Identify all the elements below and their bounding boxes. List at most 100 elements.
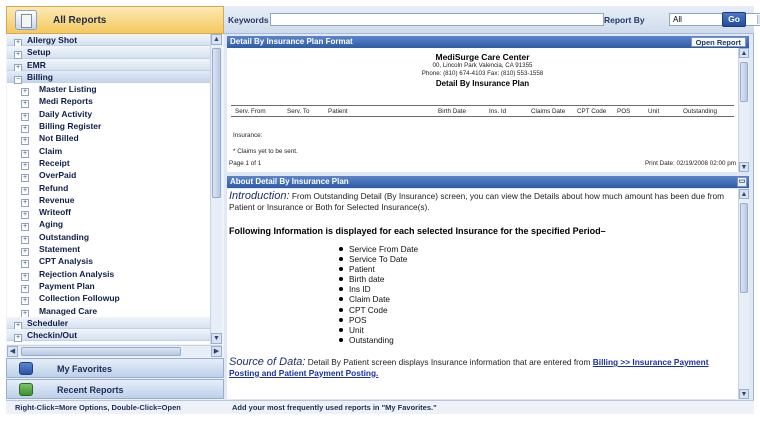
column-header: Serv. To: [287, 108, 310, 115]
list-item: POS: [338, 315, 418, 325]
column-header: CPT Code: [577, 108, 607, 115]
list-item: Birth date: [338, 274, 418, 284]
tree-item[interactable]: + Collection Followup: [7, 292, 210, 306]
tree-item[interactable]: + Daily Activity: [7, 108, 210, 121]
intro-lead: Introduction:: [229, 190, 290, 202]
all-reports-header[interactable]: All Reports: [6, 6, 224, 34]
report-panel-title: Detail By Insurance Plan Format: [230, 37, 353, 46]
tree-group[interactable]: + Checkin/Out: [7, 329, 210, 343]
tree-item[interactable]: + Billing Register: [7, 120, 210, 134]
tree-item[interactable]: + Outstanding: [7, 231, 210, 244]
column-header: Serv. From: [235, 108, 266, 115]
intro-paragraph: Introduction: From Outstanding Detail (B…: [229, 191, 736, 212]
list-item: CPT Code: [338, 305, 418, 315]
tree-item-label: Refund: [39, 182, 69, 193]
tree-scroll-thumb[interactable]: [212, 48, 221, 198]
scroll-up-icon[interactable]: ▲: [739, 189, 749, 199]
column-header: Unit: [648, 108, 660, 115]
my-favorites-label: My Favorites: [57, 364, 113, 374]
keywords-label: Keywords: [228, 15, 269, 25]
list-item: Ins ID: [338, 284, 418, 294]
source-paragraph: Source of Data: Detail By Patient screen…: [229, 357, 736, 378]
column-header: Ins. Id: [489, 108, 507, 115]
tree-item-label: Rejection Analysis: [39, 268, 115, 279]
report-title: Detail By Insurance Plan: [435, 79, 530, 88]
tree-group[interactable]: + Setup: [7, 46, 210, 60]
intro-text: From Outstanding Detail (By Insurance) s…: [229, 191, 724, 212]
list-item: Service From Date: [338, 244, 418, 254]
clinic-phone: Phone: (810) 674-4103 Fax: (810) 553-155…: [421, 70, 544, 77]
tree-group[interactable]: − Billing: [7, 70, 210, 84]
tree-item-label: OverPaid: [39, 170, 77, 181]
scroll-down-icon[interactable]: ▼: [739, 389, 749, 399]
scroll-up-icon[interactable]: ▲: [739, 48, 749, 58]
list-item: Service To Date: [338, 254, 418, 264]
tree-horizontal-scrollbar[interactable]: ◀ ▶: [7, 345, 222, 357]
recent-reports-label: Recent Reports: [57, 385, 124, 395]
tree-vertical-scrollbar[interactable]: ▲ ▼: [210, 34, 222, 344]
scroll-up-icon[interactable]: ▲: [211, 34, 222, 45]
scroll-down-icon[interactable]: ▼: [211, 333, 222, 344]
tree-item-label: Billing Register: [39, 121, 102, 132]
report-scroll-thumb[interactable]: [740, 62, 748, 102]
tree-item[interactable]: + Refund: [7, 182, 210, 195]
report-by-value: All: [673, 15, 682, 24]
scroll-down-icon[interactable]: ▼: [739, 162, 749, 172]
tree-item[interactable]: + Statement: [7, 243, 210, 257]
tree-item-label: Outstanding: [39, 231, 90, 242]
scroll-right-icon[interactable]: ▶: [211, 346, 222, 357]
tree-item-label: Not Billed: [39, 133, 79, 144]
my-favorites-button[interactable]: My Favorites: [6, 358, 224, 378]
tree-group[interactable]: + Scheduler: [7, 316, 210, 330]
tree-item[interactable]: + Claim: [7, 145, 210, 158]
tree-item[interactable]: + Managed Care: [7, 305, 210, 318]
column-header: Birth Date: [438, 108, 466, 115]
tree-item-label: Medi Reports: [39, 96, 93, 107]
tree-item[interactable]: + CPT Analysis: [7, 255, 210, 269]
go-button[interactable]: Go: [722, 12, 746, 27]
tree-item[interactable]: + Receipt: [7, 157, 210, 170]
clinic-address: 00, Lincoln Park Valencia, CA 91355: [432, 62, 533, 69]
search-toolbar: Keywords Report By All ▼ Go: [224, 6, 760, 34]
about-scrollbar[interactable]: ▲ ▼: [738, 189, 749, 399]
tree-item[interactable]: + Aging: [7, 218, 210, 232]
tree-item[interactable]: + Revenue: [7, 194, 210, 207]
list-item: Outstanding: [338, 335, 418, 345]
tree-item[interactable]: + Master Listing: [7, 83, 210, 97]
report-preview: MediSurge Care Center 00, Lincoln Park V…: [227, 48, 738, 172]
expand-icon[interactable]: +: [14, 334, 22, 343]
tree-item[interactable]: + Payment Plan: [7, 280, 210, 293]
tree-group[interactable]: + EMR: [7, 58, 210, 72]
report-scrollbar[interactable]: ▲ ▼: [738, 48, 749, 172]
recent-reports-button[interactable]: Recent Reports: [6, 379, 224, 399]
tree-item-label: Collection Followup: [39, 293, 120, 304]
tree-item[interactable]: + Medi Reports: [7, 95, 210, 109]
scroll-left-icon[interactable]: ◀: [7, 346, 18, 357]
report-tree[interactable]: + Allergy Shot + Setup + EMR − Billing + Master L…: [7, 34, 210, 344]
tree-item[interactable]: + Not Billed: [7, 132, 210, 146]
tree-item-label: Claim: [39, 145, 63, 156]
report-column-header: Serv. From Serv. To Patient Birth Date I…: [231, 105, 734, 117]
tree-item[interactable]: + Writeoff: [7, 206, 210, 220]
recent-reports-icon: [19, 383, 33, 396]
about-scroll-thumb[interactable]: [740, 203, 748, 293]
keywords-input[interactable]: [270, 13, 604, 26]
tree-item-label: Revenue: [39, 194, 75, 205]
tree-group[interactable]: + Allergy Shot: [7, 34, 210, 47]
open-report-button[interactable]: Open Report: [690, 37, 746, 47]
insurance-label: Insurance:: [233, 132, 263, 139]
collapse-icon[interactable]: ▭: [737, 177, 747, 187]
clinic-name: MediSurge Care Center: [435, 52, 530, 62]
list-item: Claim Date: [338, 294, 418, 304]
tree-item[interactable]: + Rejection Analysis: [7, 268, 210, 281]
tree-item-label: Aging: [39, 219, 64, 230]
column-header: Patient: [328, 108, 348, 115]
following-heading: Following Information is displayed for e…: [229, 226, 606, 236]
tree-hscroll-thumb[interactable]: [21, 347, 181, 356]
status-hint-right: Add your most frequently used reports in…: [232, 403, 437, 412]
tree-item[interactable]: + OverPaid: [7, 169, 210, 183]
claims-note: * Claims yet to be sent.: [233, 148, 298, 155]
page-info: Page 1 of 1: [229, 160, 262, 167]
about-panel-title: About Detail By Insurance Plan: [230, 177, 349, 186]
report-by-select[interactable]: All ▼: [669, 13, 760, 26]
